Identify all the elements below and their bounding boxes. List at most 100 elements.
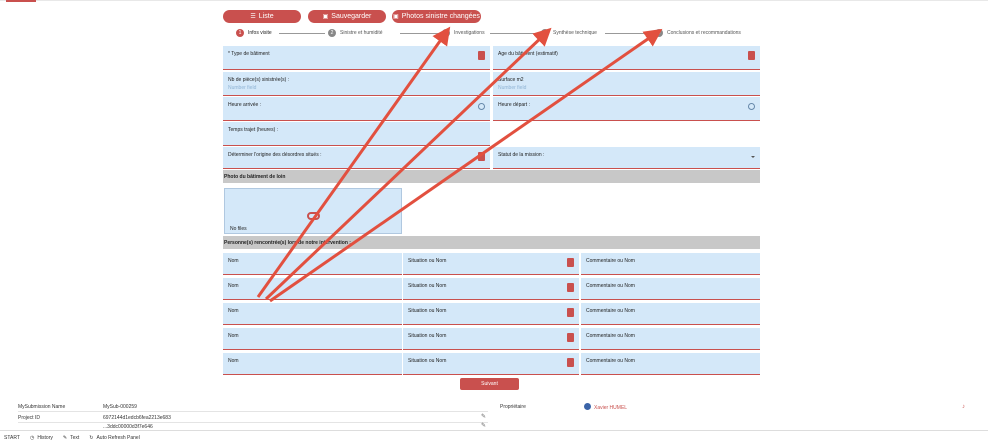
save-button-label: Sauvegarder <box>331 13 372 20</box>
person-cell[interactable]: Commentaire ou Nom <box>581 278 760 300</box>
utility-bar: START ◷ History ✎ Text ↻ Auto Refresh Panel <box>0 430 988 444</box>
type-batiment-field[interactable]: * Type de bâtiment <box>223 46 490 70</box>
clock-icon[interactable] <box>478 103 485 110</box>
pencil-icon: ✎ <box>62 434 68 441</box>
step-2[interactable]: 2 Sinistre et humidité <box>328 29 383 37</box>
notification-icon[interactable]: ♪ <box>962 404 965 410</box>
field-label: Age du bâtiment (estimatif) <box>498 51 558 57</box>
photo-upload[interactable]: No files <box>224 188 402 234</box>
person-cell[interactable]: Situation ou Nom <box>403 328 579 350</box>
meta-value: 6972144d1edcb6fea2213e683 <box>103 415 171 421</box>
person-cell[interactable]: Nom <box>223 303 402 325</box>
paperclip-icon <box>307 212 320 220</box>
cell-label: Commentaire ou Nom <box>586 308 635 314</box>
photos-button[interactable]: ▣ Photos sinistre changées <box>392 10 481 23</box>
cell-label: Commentaire ou Nom <box>586 333 635 339</box>
step-5[interactable]: 5 Conclusions et recommandations <box>655 29 741 37</box>
person-cell[interactable]: Nom <box>223 353 402 375</box>
document-icon[interactable] <box>478 152 485 161</box>
history-label: History <box>37 434 53 441</box>
nb-pieces-field[interactable]: Nb de pièce(s) sinistrée(s) : Number fie… <box>223 72 490 96</box>
divider <box>18 411 488 412</box>
avatar <box>584 403 591 410</box>
person-cell[interactable]: Commentaire ou Nom <box>581 353 760 375</box>
person-cell[interactable]: Nom <box>223 328 402 350</box>
top-accent <box>6 0 36 2</box>
cell-label: Nom <box>228 308 239 314</box>
temps-trajet-field[interactable]: Temps trajet (heures) : <box>223 122 490 146</box>
surface-field[interactable]: Surface m2 Number field <box>493 72 760 96</box>
heure-arrivee-field[interactable]: Heure arrivée : <box>223 97 490 121</box>
section-persons-header: Personne(s) rencontrée(s) lors de notre … <box>223 236 760 249</box>
list-button-label: Liste <box>258 13 274 20</box>
step-1[interactable]: 1 Infos visite <box>236 29 272 37</box>
refresh-label: Auto Refresh Panel <box>96 434 140 441</box>
start-item[interactable]: START <box>4 435 20 441</box>
step-number: 5 <box>655 29 663 37</box>
statut-mission-select[interactable]: Statut de la mission : <box>493 147 760 169</box>
field-label: Statut de la mission : <box>498 152 545 158</box>
save-button[interactable]: ▣ Sauvegarder <box>308 10 386 23</box>
cell-label: Situation ou Nom <box>408 308 447 314</box>
photos-button-label: Photos sinistre changées <box>401 13 480 20</box>
field-label: Temps trajet (heures) : <box>228 127 279 133</box>
step-number: 2 <box>328 29 336 37</box>
clock-icon[interactable] <box>748 103 755 110</box>
step-3[interactable]: 3 Investigations <box>442 29 485 37</box>
section-title: Personne(s) rencontrée(s) lors de notre … <box>224 240 351 246</box>
step-label: Investigations <box>454 30 485 36</box>
text-item[interactable]: ✎ Text <box>63 435 79 441</box>
edit-pencil-icon[interactable]: ✎ <box>481 413 486 420</box>
heure-depart-field[interactable]: Heure départ : <box>493 97 760 121</box>
step-connector <box>400 33 440 34</box>
step-4[interactable]: 4 Synthèse technique <box>541 29 597 37</box>
refresh-icon: ↻ <box>89 434 94 441</box>
age-batiment-field[interactable]: Age du bâtiment (estimatif) <box>493 46 760 70</box>
person-cell[interactable]: Situation ou Nom <box>403 303 579 325</box>
cell-label: Situation ou Nom <box>408 258 447 264</box>
history-item[interactable]: ◷ History <box>30 435 53 441</box>
meta-label: Propriétaire <box>500 404 526 410</box>
document-icon[interactable] <box>478 51 485 60</box>
field-label: Heure départ : <box>498 102 530 108</box>
divider <box>18 422 488 423</box>
step-connector <box>605 33 655 34</box>
meta-value: MySub-000259 <box>103 404 137 410</box>
owner-link[interactable]: Xavier HUMEL <box>594 405 627 411</box>
person-cell[interactable]: Nom <box>223 253 402 275</box>
document-icon[interactable] <box>567 333 574 342</box>
field-label: Nb de pièce(s) sinistrée(s) : <box>228 77 290 83</box>
edit-pencil-icon[interactable]: ✎ <box>481 422 486 429</box>
person-cell[interactable]: Nom <box>223 278 402 300</box>
document-icon[interactable] <box>567 258 574 267</box>
origine-field[interactable]: Déterminer l'origine des désordres situé… <box>223 147 490 169</box>
history-icon: ◷ <box>29 434 35 441</box>
next-button[interactable]: Suivant <box>460 378 519 390</box>
document-icon[interactable] <box>567 283 574 292</box>
person-cell[interactable]: Situation ou Nom <box>403 278 579 300</box>
cell-label: Commentaire ou Nom <box>586 283 635 289</box>
cell-label: Commentaire ou Nom <box>586 358 635 364</box>
step-connector <box>490 33 540 34</box>
document-icon[interactable] <box>567 358 574 367</box>
cell-label: Nom <box>228 283 239 289</box>
person-cell[interactable]: Commentaire ou Nom <box>581 328 760 350</box>
person-cell[interactable]: Commentaire ou Nom <box>581 253 760 275</box>
section-title: Photo du bâtiment de loin <box>224 174 286 180</box>
document-icon[interactable] <box>567 308 574 317</box>
chevron-down-icon <box>751 156 755 158</box>
document-icon[interactable] <box>748 51 755 60</box>
person-cell[interactable]: Situation ou Nom <box>403 353 579 375</box>
step-number: 4 <box>541 29 549 37</box>
refresh-item[interactable]: ↻ Auto Refresh Panel <box>89 435 140 441</box>
top-border <box>0 0 988 1</box>
person-cell[interactable]: Situation ou Nom <box>403 253 579 275</box>
step-label: Synthèse technique <box>553 30 597 36</box>
cell-label: Nom <box>228 358 239 364</box>
list-icon: ☰ <box>250 14 256 20</box>
field-label: Heure arrivée : <box>228 102 262 108</box>
person-cell[interactable]: Commentaire ou Nom <box>581 303 760 325</box>
field-label: Déterminer l'origine des désordres situé… <box>228 152 322 158</box>
list-button[interactable]: ☰ Liste <box>223 10 301 23</box>
meta-label: MySubmission Name <box>18 404 66 410</box>
